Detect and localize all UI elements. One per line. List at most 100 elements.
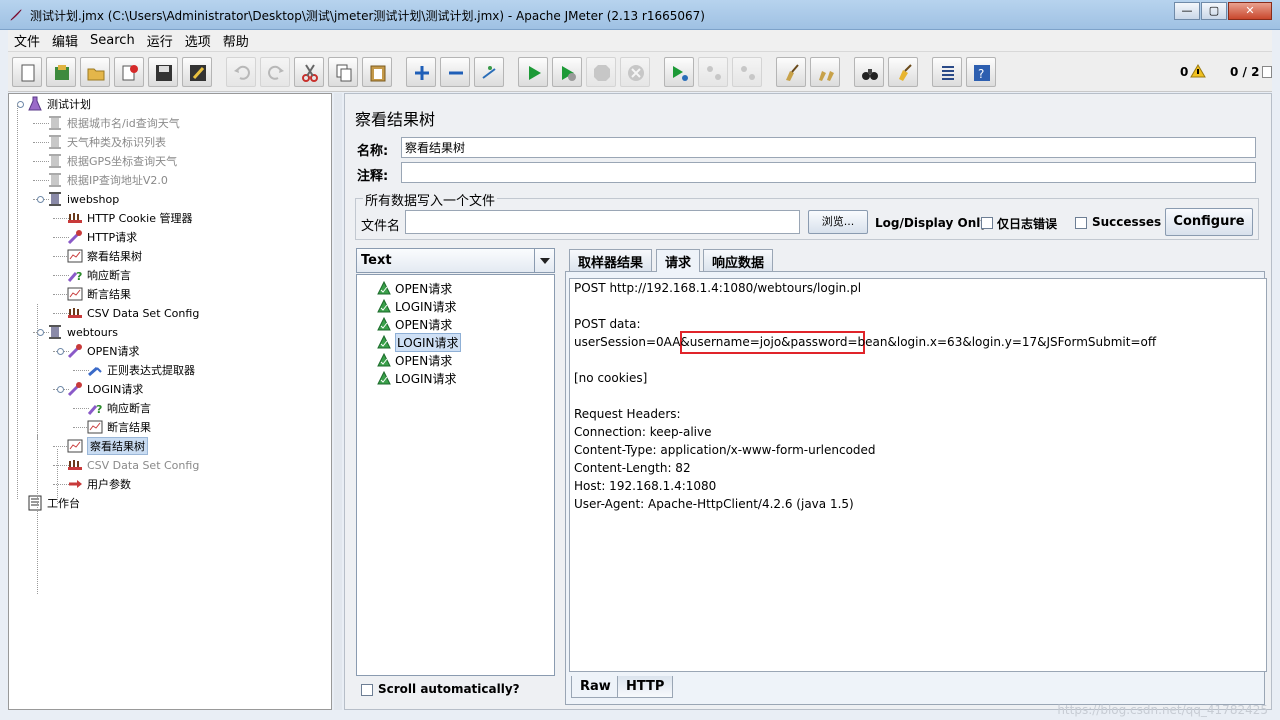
tree-item[interactable]: 天气种类及标识列表 [47,133,166,151]
tree-expand-toggle[interactable] [57,348,64,355]
new-button[interactable] [12,57,42,87]
minimize-button[interactable]: — [1174,2,1200,20]
chevron-down-icon [540,258,550,264]
comment-field[interactable] [401,162,1256,183]
request-text-area[interactable]: POST http://192.168.1.4:1080/webtours/lo… [569,278,1267,672]
close-button[interactable]: ✕ [1228,2,1272,20]
tree-connector [17,104,18,499]
tree-item[interactable]: 测试计划 [27,95,91,113]
menu-options[interactable]: 选项 [179,31,217,50]
remote-shutdown-button[interactable] [732,57,762,87]
configure-button[interactable]: Configure [1165,208,1253,236]
tree-connector [37,434,38,594]
tree-item[interactable]: ? 响应断言 [67,266,131,284]
scroll-auto-checkbox[interactable] [361,684,373,696]
tree-item[interactable]: 察看结果树 [67,437,148,455]
tree-expand-toggle[interactable] [57,386,64,393]
collapse-all-button[interactable] [440,57,470,87]
renderer-select[interactable]: Text [356,248,555,273]
view-results-tree-panel: 察看结果树 名称: 注释: 所有数据写入一个文件 文件名 浏览... Log/D… [344,93,1272,710]
warning-icon [1190,64,1206,78]
result-item-label: LOGIN请求 [395,299,457,314]
success-triangle-icon [377,335,391,349]
tree-item[interactable]: webtours [47,323,118,341]
redo-button[interactable] [260,57,290,87]
function-helper-button[interactable] [932,57,962,87]
result-item[interactable]: OPEN请求 [377,279,452,297]
remote-start-button[interactable] [664,57,694,87]
menu-help[interactable]: 帮助 [217,31,255,50]
expand-all-button[interactable] [406,57,436,87]
test-plan-tree: 测试计划 根据城市名/id查询天气 天气种类及标识列表 根据GPS坐标查询天气 根据IP… [8,93,332,710]
start-no-pause-button[interactable] [552,57,582,87]
tree-item[interactable]: HTTP Cookie 管理器 [67,209,192,227]
tree-item[interactable]: CSV Data Set Config [67,304,199,322]
tree-item[interactable]: OPEN请求 [67,342,139,360]
tree-item[interactable]: iwebshop [47,190,119,208]
tab-http[interactable]: HTTP [617,676,674,698]
search-button[interactable] [854,57,884,87]
menu-run[interactable]: 运行 [141,31,179,50]
tree-item[interactable]: LOGIN请求 [67,380,143,398]
errors-only-checkbox[interactable] [981,217,993,229]
result-item[interactable]: LOGIN请求 [377,332,461,352]
tree-item[interactable]: 根据IP查询地址V2.0 [47,171,168,189]
success-triangle-icon [377,353,391,367]
filename-field[interactable] [405,210,800,234]
tree-item-label: HTTP Cookie 管理器 [87,212,193,225]
tree-expand-toggle[interactable] [37,196,44,203]
start-button[interactable] [518,57,548,87]
tree-item[interactable]: ? 响应断言 [87,399,151,417]
undo-button[interactable] [226,57,256,87]
clear-button[interactable] [776,57,806,87]
stop-button[interactable] [586,57,616,87]
save-disk-icon [156,65,172,81]
templates-button[interactable] [46,57,76,87]
help-button[interactable]: ? [966,57,996,87]
tree-item[interactable]: 工作台 [27,494,80,512]
save-button[interactable] [148,57,178,87]
tab-raw[interactable]: Raw [571,676,620,698]
dropdown-arrow[interactable] [534,249,554,272]
result-item-label: OPEN请求 [395,317,453,332]
tree-item[interactable]: 断言结果 [87,418,151,436]
open-button[interactable] [80,57,110,87]
tree-item[interactable]: 断言结果 [67,285,131,303]
clear-all-button[interactable] [810,57,840,87]
name-field[interactable] [401,137,1256,158]
tree-item[interactable]: 根据城市名/id查询天气 [47,114,180,132]
menu-file[interactable]: 文件 [8,31,46,50]
menu-edit[interactable]: 编辑 [46,31,84,50]
result-item[interactable]: OPEN请求 [377,351,452,369]
result-item[interactable]: OPEN请求 [377,315,452,333]
split-pane-divider[interactable] [334,93,342,710]
successes-checkbox[interactable] [1075,217,1087,229]
browse-button[interactable]: 浏览... [808,210,868,234]
tab-request[interactable]: 请求 [656,249,701,272]
result-item[interactable]: LOGIN请求 [377,369,457,387]
shutdown-button[interactable] [620,57,650,87]
menu-search[interactable]: Search [84,33,141,48]
copy-button[interactable] [328,57,358,87]
paste-button[interactable] [362,57,392,87]
close-file-button[interactable] [114,57,144,87]
tree-item[interactable]: HTTP请求 [67,228,137,246]
tree-item[interactable]: 用户参数 [67,475,131,493]
tree-item[interactable]: 察看结果树 [67,247,142,265]
result-item[interactable]: LOGIN请求 [377,297,457,315]
tree-item[interactable]: 正则表达式提取器 [87,361,195,379]
tab-response-data[interactable]: 响应数据 [703,249,774,271]
save-as-button[interactable] [182,57,212,87]
reset-search-button[interactable] [888,57,918,87]
tree-expand-toggle[interactable] [37,329,44,336]
request-line: Content-Type: application/x-www-form-url… [574,443,876,457]
toggle-button[interactable] [474,57,504,87]
remote-stop-button[interactable] [698,57,728,87]
tree-item[interactable]: 根据GPS坐标查询天气 [47,152,177,170]
maximize-button[interactable]: ▢ [1201,2,1227,20]
tab-sampler-result[interactable]: 取样器结果 [569,249,653,271]
tree-item[interactable]: CSV Data Set Config [67,456,199,474]
tree-expand-toggle[interactable] [17,101,24,108]
cut-button[interactable] [294,57,324,87]
tree-item-label: 察看结果树 [87,250,142,263]
